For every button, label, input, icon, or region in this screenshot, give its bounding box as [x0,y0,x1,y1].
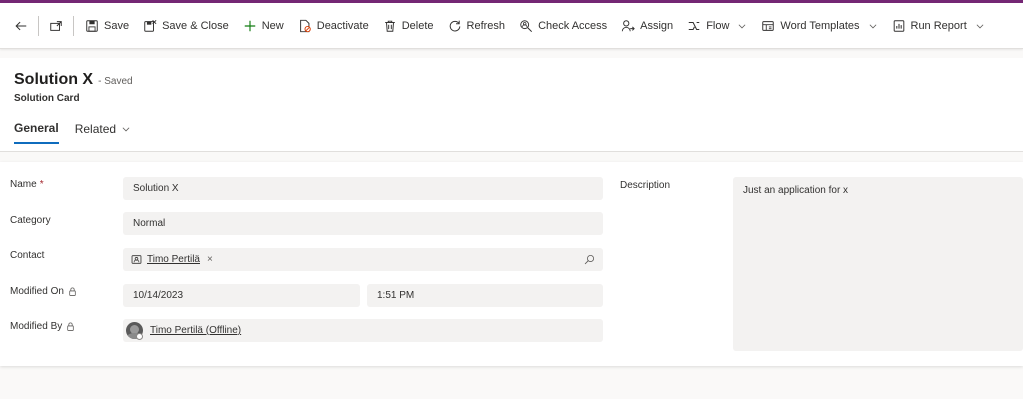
contact-lookup[interactable]: Timo Pertilä × [123,248,603,271]
flow-menu-button[interactable]: Flow [680,11,754,41]
contact-card-icon [131,255,142,264]
word-templates-label: Word Templates [780,19,860,32]
category-field-label: Category [10,215,51,226]
back-arrow-icon [15,21,27,30]
offline-presence-icon [136,333,143,340]
title-row: Solution X - Saved [14,71,133,89]
popout-icon [50,20,62,31]
description-label-text: Description [620,180,671,191]
search-icon[interactable] [584,254,595,265]
save-icon [86,19,98,32]
check-access-icon [520,19,533,32]
tab-related-label: Related [74,122,117,136]
name-field-label: Name * [10,179,44,190]
flow-label: Flow [706,19,730,32]
modified-on-field-label: Modified On [10,286,77,297]
command-separator [73,15,74,36]
chevron-down-icon [122,127,130,132]
deactivate-icon [299,19,311,32]
refresh-icon [449,20,460,31]
delete-label: Delete [401,19,434,32]
run-report-menu-button[interactable]: Run Report [885,11,992,41]
modified-by-field-label: Modified By [10,321,75,332]
command-bar: Save Save & Close New Deactivate Delete … [0,3,1023,49]
modified-on-date: 10/14/2023 [133,290,184,301]
chevron-down-icon [976,23,984,28]
record-header: Solution X - Saved Solution Card General… [0,58,1023,152]
description-field-label: Description [620,180,670,191]
check-access-label: Check Access [538,19,608,32]
save-label: Save [104,19,130,32]
name-label-text: Name [10,179,37,190]
assign-user-icon [621,19,635,31]
delete-button[interactable]: Delete [376,11,441,41]
modified-on-label-text: Modified On [10,286,64,297]
chevron-down-icon [869,23,876,28]
form-tabs: General Related [14,121,147,144]
new-button[interactable]: New [236,11,291,41]
flow-icon [688,21,700,30]
assign-button[interactable]: Assign [614,11,680,41]
modified-by-link[interactable]: Timo Pertilä (Offline) [150,325,241,336]
contact-link[interactable]: Timo Pertilä [147,254,200,265]
command-separator [38,15,39,36]
description-textarea[interactable]: Just an application for x [733,177,1023,351]
back-button[interactable] [8,11,34,41]
save-close-label: Save & Close [162,19,229,32]
save-close-icon [144,19,157,32]
modified-by-label-text: Modified By [10,321,63,332]
contact-field-label: Contact [10,250,44,261]
modified-on-time-field: 1:51 PM [367,284,603,307]
general-section-card: Name * Solution X Category Normal Contac… [0,162,1023,366]
entity-name: Solution Card [14,93,80,104]
refresh-button[interactable]: Refresh [441,11,513,41]
save-button[interactable]: Save [78,11,136,41]
tab-general[interactable]: General [14,121,59,144]
name-input[interactable]: Solution X [123,177,603,200]
modified-by-field: Timo Pertilä (Offline) [123,319,603,342]
chevron-down-icon [738,23,746,28]
required-marker: * [39,179,44,190]
modified-on-date-field: 10/14/2023 [123,284,360,307]
new-label: New [261,19,284,32]
contact-label-text: Contact [10,250,45,261]
category-select[interactable]: Normal [123,212,603,235]
description-value: Just an application for x [743,185,849,196]
word-templates-menu-button[interactable]: Word Templates [754,11,884,41]
trash-icon [384,20,395,32]
save-status: - Saved [98,76,133,87]
lock-icon [69,287,76,296]
remove-contact-button[interactable]: × [207,254,213,265]
record-title: Solution X [14,71,94,88]
report-icon [893,19,904,32]
assign-label: Assign [640,19,674,32]
check-access-button[interactable]: Check Access [512,11,614,41]
name-value: Solution X [133,183,179,194]
open-in-new-window-button[interactable] [43,11,69,41]
deactivate-button[interactable]: Deactivate [291,11,376,41]
lock-icon [67,322,74,331]
category-value: Normal [133,218,166,229]
refresh-label: Refresh [466,19,506,32]
modified-on-time: 1:51 PM [377,290,415,301]
save-and-close-button[interactable]: Save & Close [136,11,236,41]
tab-related[interactable]: Related [75,121,131,144]
category-label-text: Category [10,215,51,226]
tab-general-label: General [14,121,59,135]
run-report-label: Run Report [910,19,967,32]
word-template-icon [762,20,775,31]
deactivate-label: Deactivate [316,19,369,32]
plus-icon [244,20,255,31]
